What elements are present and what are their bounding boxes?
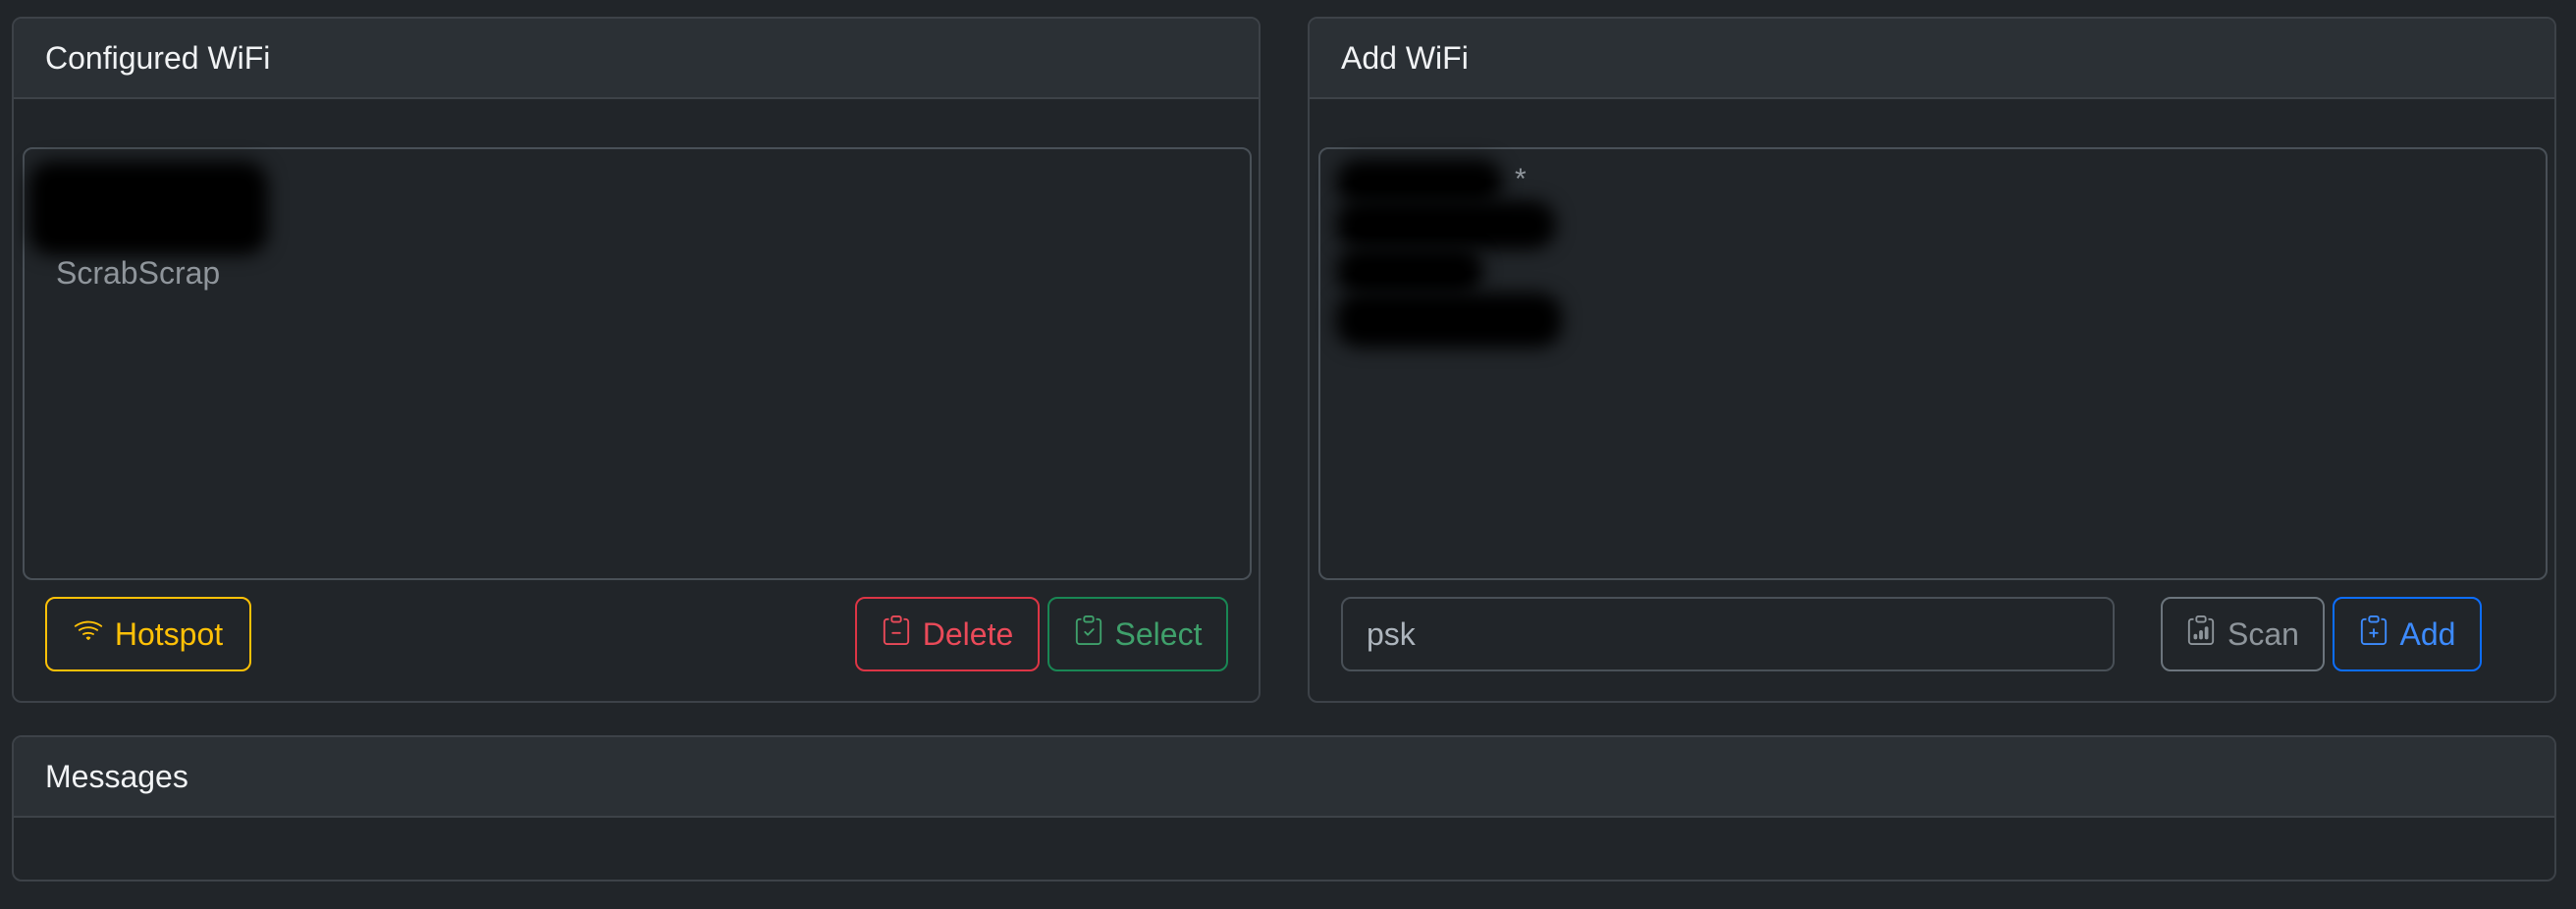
- messages-card: Messages: [12, 735, 2556, 882]
- clipboard-check-icon: [1074, 615, 1103, 653]
- delete-button-label: Delete: [922, 615, 1014, 652]
- hotspot-button[interactable]: Hotspot: [45, 597, 251, 671]
- psk-placeholder: psk: [1367, 615, 1416, 652]
- redacted-scan-results: [1336, 200, 1556, 249]
- add-button-label: Add: [2399, 615, 2456, 652]
- clipboard-plus-icon: [2359, 615, 2388, 653]
- add-wifi-card: Add WiFi * psk Scan Add: [1308, 17, 2556, 703]
- redacted-network-entry: [28, 161, 268, 255]
- available-wifi-list[interactable]: *: [1318, 147, 2548, 580]
- messages-title: Messages: [45, 758, 188, 794]
- configured-wifi-title: Configured WiFi: [45, 39, 271, 76]
- delete-button[interactable]: Delete: [855, 597, 1040, 671]
- scan-button-label: Scan: [2227, 615, 2299, 652]
- configured-wifi-card: Configured WiFi ScrabScrap Hotspot Delet…: [12, 17, 1261, 703]
- clipboard-data-icon: [2186, 615, 2216, 653]
- wifi-icon: [74, 615, 103, 653]
- messages-header: Messages: [14, 737, 2554, 818]
- clipboard-minus-icon: [882, 615, 911, 653]
- redacted-scan-results: [1336, 159, 1503, 204]
- add-button[interactable]: Add: [2333, 597, 2482, 671]
- select-button[interactable]: Select: [1047, 597, 1228, 671]
- scan-button[interactable]: Scan: [2161, 597, 2325, 671]
- psk-input[interactable]: psk: [1341, 597, 2115, 671]
- hotspot-button-label: Hotspot: [114, 615, 224, 652]
- scan-marker: *: [1515, 163, 1527, 195]
- configured-wifi-list[interactable]: ScrabScrap: [23, 147, 1252, 580]
- configured-wifi-header: Configured WiFi: [14, 19, 1259, 99]
- messages-body: [14, 818, 2554, 880]
- add-wifi-title: Add WiFi: [1341, 39, 1469, 76]
- list-item[interactable]: ScrabScrap: [56, 255, 220, 292]
- redacted-scan-results: [1336, 247, 1483, 294]
- add-wifi-header: Add WiFi: [1310, 19, 2554, 99]
- select-button-label: Select: [1114, 615, 1203, 652]
- redacted-scan-results: [1336, 293, 1562, 348]
